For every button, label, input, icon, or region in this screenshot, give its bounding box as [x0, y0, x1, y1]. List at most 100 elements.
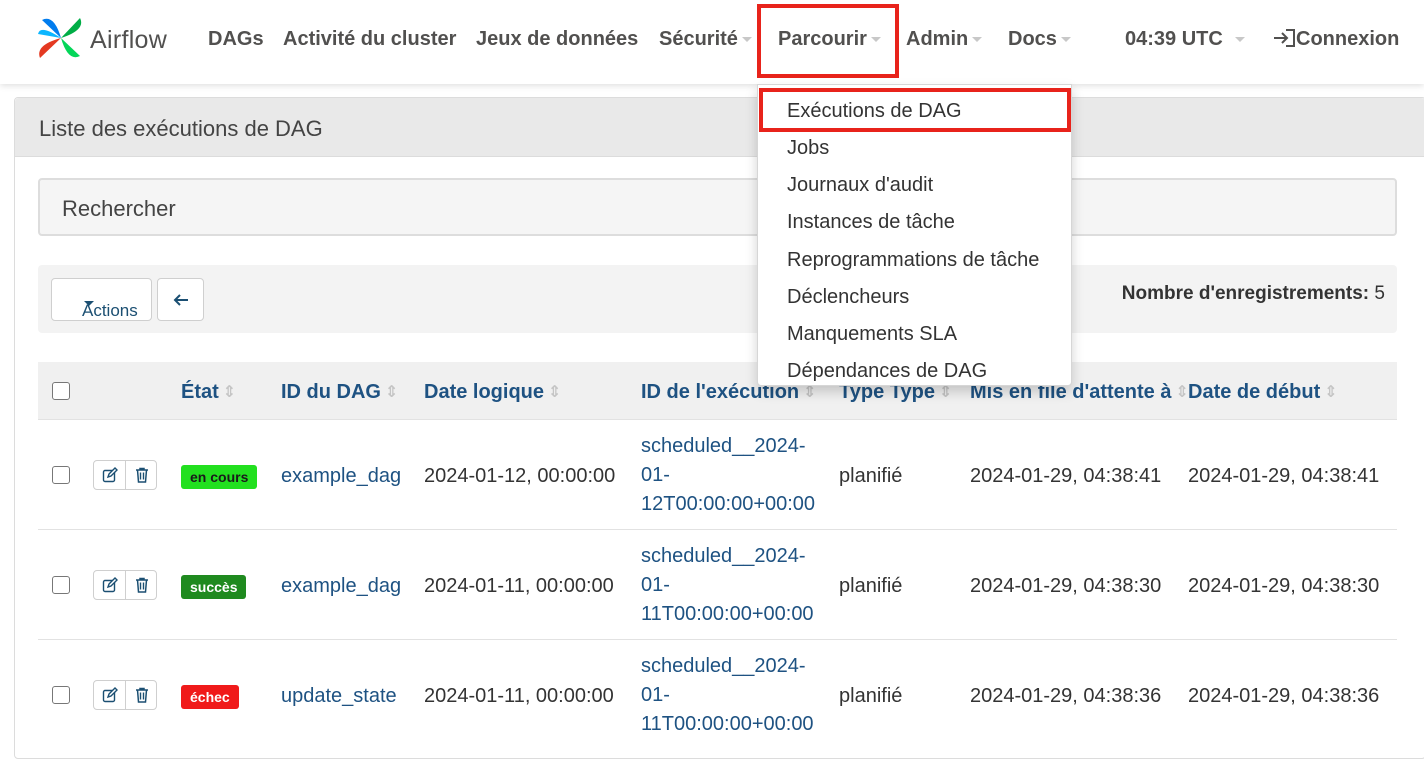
menu-item-jobs[interactable]: Jobs — [787, 137, 829, 160]
edit-button[interactable] — [94, 461, 126, 489]
queued-at: 2024-01-29, 04:38:41 — [970, 465, 1162, 487]
nav-browse[interactable]: Parcourir — [778, 28, 881, 51]
status-badge: en cours — [181, 465, 258, 489]
run-id-line: 12T00:00:00+00:00 — [641, 493, 816, 515]
row-checkbox[interactable] — [52, 686, 70, 704]
queued-at: 2024-01-29, 04:38:36 — [970, 685, 1162, 707]
nav-cluster-activity[interactable]: Activité du cluster — [283, 28, 456, 51]
run-id-line: 11T00:00:00+00:00 — [641, 603, 814, 625]
logical-date: 2024-01-12, 00:00:00 — [424, 465, 616, 487]
nav-timezone[interactable]: 04:39 UTC — [1125, 28, 1245, 51]
sort-icon: ⇕ — [385, 384, 399, 401]
menu-item-sla-misses[interactable]: Manquements SLA — [787, 323, 957, 346]
nav-security-label: Sécurité — [659, 28, 738, 50]
nav-security[interactable]: Sécurité — [659, 28, 752, 51]
menu-item-dag-dependencies[interactable]: Dépendances de DAG — [787, 360, 987, 383]
edit-button[interactable] — [94, 571, 126, 599]
queued-at: 2024-01-29, 04:38:30 — [970, 575, 1162, 597]
table-row: échec update_state 2024-01-11, 00:00:00 … — [38, 639, 1397, 750]
run-type: planifié — [839, 575, 903, 597]
edit-icon — [102, 467, 118, 483]
record-count: Nombre d'enregistrements: 5 — [1122, 283, 1385, 305]
run-id-line: scheduled__2024- — [641, 545, 806, 567]
nav-admin-label: Admin — [906, 28, 969, 50]
run-id-link[interactable]: scheduled__2024- 01- 11T00:00:00+00:00 — [641, 542, 814, 629]
actions-button[interactable]: Actions — [51, 278, 152, 321]
top-navbar: Airflow DAGs Activité du cluster Jeux de… — [0, 0, 1424, 84]
run-type: planifié — [839, 465, 903, 487]
row-checkbox[interactable] — [52, 466, 70, 484]
list-toolbar: Actions Nombre d'enregistrements: 5 — [38, 265, 1397, 333]
nav-admin[interactable]: Admin — [906, 28, 983, 51]
logical-date: 2024-01-11, 00:00:00 — [424, 685, 614, 707]
menu-item-dag-runs[interactable]: Exécutions de DAG — [787, 100, 962, 123]
panel-header: Liste des exécutions de DAG — [15, 98, 1424, 157]
col-dag-id-label: ID du DAG — [281, 381, 381, 403]
dag-id-link[interactable]: update_state — [281, 685, 397, 708]
login-icon — [1274, 29, 1295, 47]
delete-button[interactable] — [126, 571, 158, 599]
menu-item-task-reschedules[interactable]: Reprogrammations de tâche — [787, 249, 1039, 272]
back-button[interactable] — [157, 278, 204, 321]
edit-button[interactable] — [94, 681, 126, 709]
col-logical-date[interactable]: Date logique ⇕ — [424, 381, 561, 404]
nav-docs-label: Docs — [1008, 28, 1057, 50]
nav-dags[interactable]: DAGs — [208, 28, 264, 51]
delete-button[interactable] — [126, 681, 158, 709]
dag-id-link[interactable]: example_dag — [281, 465, 401, 488]
airflow-logo-icon[interactable] — [34, 12, 88, 64]
arrow-left-icon — [173, 294, 188, 306]
run-id-line: scheduled__2024- — [641, 435, 806, 457]
chevron-down-icon — [84, 301, 94, 306]
menu-item-triggers[interactable]: Déclencheurs — [787, 286, 909, 309]
nav-docs[interactable]: Docs — [1008, 28, 1071, 51]
record-count-label: Nombre d'enregistrements: — [1121, 283, 1370, 304]
nav-datasets[interactable]: Jeux de données — [476, 28, 638, 51]
col-start-date-label: Date de début — [1188, 381, 1321, 403]
menu-item-task-instances[interactable]: Instances de tâche — [787, 211, 955, 234]
run-id-line: 01- — [641, 684, 670, 706]
trash-icon — [136, 577, 148, 593]
run-id-link[interactable]: scheduled__2024- 01- 11T00:00:00+00:00 — [641, 652, 814, 739]
browse-dropdown-menu: Exécutions de DAG Jobs Journaux d'audit … — [757, 84, 1072, 386]
start-date: 2024-01-29, 04:38:41 — [1188, 465, 1380, 487]
run-id-line: scheduled__2024- — [641, 655, 806, 677]
chevron-down-icon — [870, 37, 881, 43]
start-date: 2024-01-29, 04:38:30 — [1188, 575, 1380, 597]
start-date: 2024-01-29, 04:38:36 — [1188, 685, 1380, 707]
chevron-down-icon — [972, 37, 983, 43]
dag-id-link[interactable]: example_dag — [281, 575, 401, 598]
search-label: Rechercher — [62, 196, 176, 221]
menu-item-audit-logs[interactable]: Journaux d'audit — [787, 174, 933, 197]
chevron-down-icon — [741, 37, 752, 43]
select-all-checkbox[interactable] — [52, 382, 70, 400]
run-id-link[interactable]: scheduled__2024- 01- 12T00:00:00+00:00 — [641, 432, 815, 519]
row-checkbox[interactable] — [52, 576, 70, 594]
row-actions — [93, 680, 157, 710]
run-id-line: 01- — [641, 464, 670, 486]
login-label: Connexion — [1296, 28, 1400, 50]
table-row: en cours example_dag 2024-01-12, 00:00:0… — [38, 419, 1397, 530]
col-state-label: État — [181, 381, 219, 403]
delete-button[interactable] — [126, 461, 158, 489]
brand-name[interactable]: Airflow — [90, 26, 167, 55]
sort-icon: ⇕ — [1175, 384, 1189, 401]
logical-date: 2024-01-11, 00:00:00 — [424, 575, 614, 597]
page-title: Liste des exécutions de DAG — [39, 116, 323, 141]
chevron-down-icon — [1060, 37, 1071, 43]
trash-icon — [136, 467, 148, 483]
edit-icon — [102, 577, 118, 593]
nav-browse-label: Parcourir — [778, 28, 867, 50]
table-row: succès example_dag 2024-01-11, 00:00:00 … — [38, 529, 1397, 640]
table-header: État ⇕ ID du DAG ⇕ Date logique ⇕ ID de l'e… — [38, 362, 1397, 419]
trash-icon — [136, 687, 148, 703]
search-toggle[interactable]: Rechercher — [38, 178, 1397, 236]
col-start-date[interactable]: Date de début ⇕ — [1188, 381, 1338, 404]
col-logical-date-label: Date logique — [424, 381, 545, 403]
row-actions — [93, 460, 157, 490]
run-type: planifié — [839, 685, 903, 707]
login-link[interactable]: Connexion — [1272, 28, 1399, 51]
edit-icon — [102, 687, 118, 703]
col-dag-id[interactable]: ID du DAG ⇕ — [281, 381, 398, 404]
col-state[interactable]: État ⇕ — [181, 381, 236, 404]
